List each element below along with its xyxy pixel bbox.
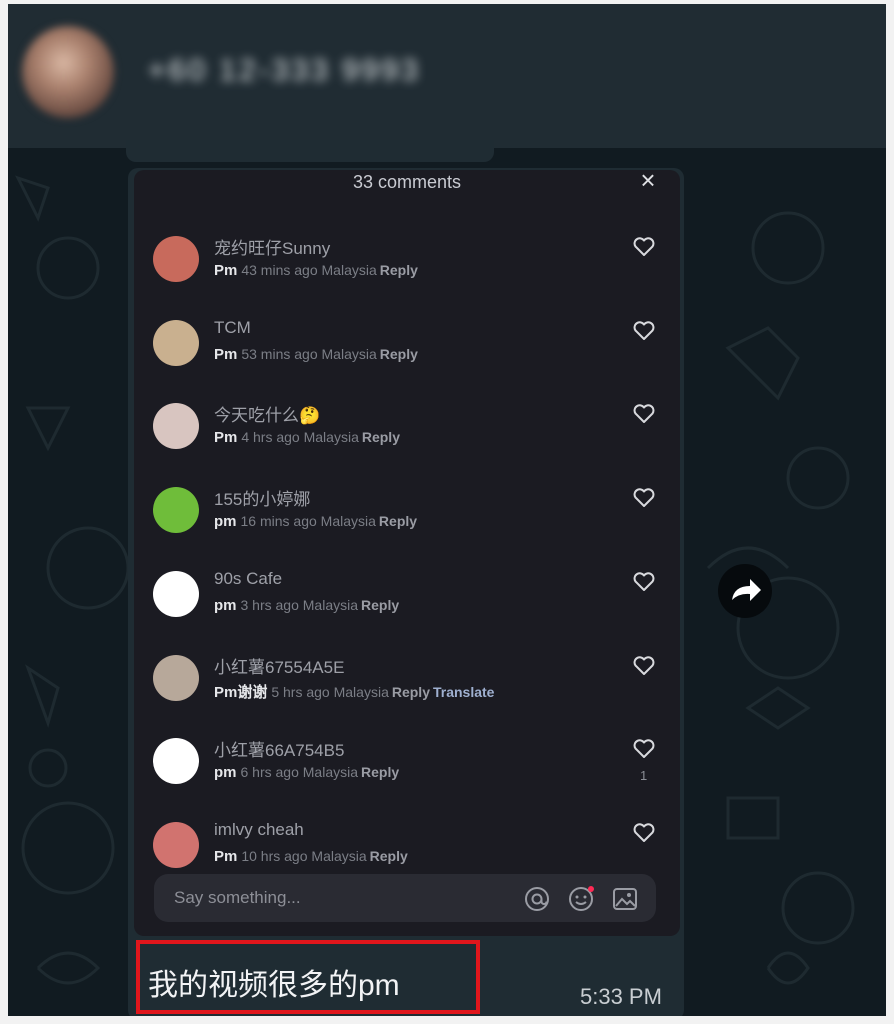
- message-timestamp: 5:33 PM: [580, 984, 662, 1009]
- comment-reply-link: Reply: [361, 596, 400, 613]
- contact-name[interactable]: +60 12-333 9993: [148, 54, 418, 88]
- image-icon: [613, 888, 637, 910]
- commenter-name: 今天吃什么🤔: [214, 406, 321, 426]
- like-count: 1: [640, 768, 648, 784]
- comment-meta: Pm 53 mins ago Malaysia Reply: [214, 346, 418, 363]
- forward-button[interactable]: [718, 564, 772, 618]
- comment-time: 6 hrs ago: [240, 764, 299, 781]
- comment-reply-link: Reply: [379, 345, 418, 362]
- comment-meta: pm 6 hrs ago Malaysia Reply: [214, 764, 399, 781]
- comment-meta: pm 16 mins ago Malaysia Reply: [214, 513, 417, 530]
- commenter-name: 小红薯67554A5E: [214, 657, 345, 677]
- commenter-name: 宠约旺仔Sunny: [214, 239, 331, 258]
- comment-row: 今天吃什么🤔 Pm 4 hrs ago Malaysia Reply: [134, 403, 680, 487]
- commenter-avatar: [153, 236, 199, 282]
- comment-text: pm: [214, 764, 237, 782]
- comment-location: Malaysia: [321, 262, 377, 278]
- comment-meta: pm 3 hrs ago Malaysia Reply: [214, 597, 399, 614]
- heart-icon: [633, 404, 655, 424]
- commenter-avatar: [153, 654, 199, 701]
- commenter-avatar: [153, 570, 199, 617]
- comments-panel-screenshot: 33 comments × 宠约旺仔Sunny Pm 43 mins ago Mal…: [134, 170, 680, 936]
- commenter-avatar: [153, 821, 199, 868]
- commenter-name: 90s Cafe: [214, 568, 283, 588]
- emoji-icon: [569, 886, 594, 911]
- comment-location: Malaysia: [303, 429, 359, 446]
- comment-meta: Pm 4 hrs ago Malaysia Reply: [214, 429, 400, 446]
- comment-reply-link: Reply: [361, 429, 400, 446]
- comment-translate-link: Translate: [432, 683, 495, 700]
- commenter-avatar: [153, 738, 199, 785]
- comment-row: 90s Cafe pm 3 hrs ago Malaysia Reply: [134, 568, 680, 655]
- comment-reply-link: Reply: [391, 683, 430, 700]
- at-icon: [525, 887, 549, 911]
- comment-text: Pm: [214, 262, 238, 279]
- comment-text: Pm: [214, 429, 238, 447]
- comment-location: Malaysia: [311, 847, 367, 864]
- comment-row: 宠约旺仔Sunny Pm 43 mins ago Malaysia Reply: [134, 236, 680, 320]
- heart-icon: [633, 237, 655, 256]
- comment-time: 3 hrs ago: [240, 596, 299, 613]
- heart-icon: [633, 321, 655, 340]
- comment-location: Malaysia: [321, 345, 377, 362]
- highlight-annotation-box: [136, 940, 480, 1014]
- heart-icon: [633, 739, 655, 759]
- commenter-avatar: [153, 487, 199, 534]
- commenter-avatar: [153, 403, 199, 450]
- heart-icon: [633, 655, 655, 675]
- comment-text: Pm谢谢: [214, 683, 268, 701]
- comment-location: Malaysia: [320, 513, 376, 530]
- comment-location: Malaysia: [302, 764, 359, 781]
- comment-time: 4 hrs ago: [241, 429, 300, 446]
- close-icon: ×: [640, 170, 656, 195]
- comment-time: 53 mins ago: [241, 345, 318, 362]
- forward-icon: [732, 579, 761, 601]
- comment-reply-link: Reply: [378, 513, 418, 530]
- comment-time: 16 mins ago: [240, 513, 317, 530]
- comment-text: Pm: [214, 847, 238, 865]
- comment-input-placeholder: Say something...: [174, 888, 301, 907]
- comment-reply-link: Reply: [379, 262, 418, 278]
- commenter-name: 小红薯66A754B5: [214, 741, 345, 761]
- comment-row: 155的小婷娜 pm 16 mins ago Malaysia Reply: [134, 487, 680, 571]
- heart-icon: [633, 488, 655, 508]
- comment-meta: Pm 43 mins ago Malaysia Reply: [214, 262, 418, 279]
- heart-icon: [633, 572, 655, 591]
- comment-location: Malaysia: [302, 596, 359, 613]
- commenter-name: imlvy cheah: [214, 819, 304, 839]
- comment-text: Pm: [214, 345, 238, 363]
- comment-row: 小红薯66A754B5 pm 6 hrs ago Malaysia Reply 1: [134, 738, 680, 822]
- comment-time: 43 mins ago: [241, 262, 318, 278]
- previous-message-bubble: [126, 140, 494, 162]
- comment-location: Malaysia: [333, 683, 389, 700]
- comment-meta: Pm 10 hrs ago Malaysia Reply: [214, 848, 408, 865]
- comment-row: 小红薯67554A5E Pm谢谢 5 hrs ago Malaysia Reply Tr…: [134, 654, 680, 739]
- comment-time: 5 hrs ago: [271, 683, 330, 700]
- contact-avatar[interactable]: [22, 26, 114, 118]
- commenter-name: TCM: [214, 317, 251, 337]
- comment-text: pm: [214, 513, 237, 531]
- comment-row: TCM Pm 53 mins ago Malaysia Reply: [134, 317, 680, 404]
- comments-count-title: 33 comments: [352, 172, 462, 192]
- heart-icon: [633, 823, 655, 842]
- comment-time: 10 hrs ago: [241, 847, 308, 864]
- commenter-name: 155的小婷娜: [214, 490, 311, 510]
- comment-reply-link: Reply: [369, 847, 408, 864]
- comment-input-bar: Say something...: [154, 874, 656, 922]
- chat-header[interactable]: +60 12-333 9993: [8, 4, 886, 148]
- commenter-avatar: [153, 319, 199, 366]
- comment-reply-link: Reply: [361, 764, 400, 781]
- comment-text: pm: [214, 596, 237, 614]
- comment-meta: Pm谢谢 5 hrs ago Malaysia Reply Translate: [214, 681, 494, 702]
